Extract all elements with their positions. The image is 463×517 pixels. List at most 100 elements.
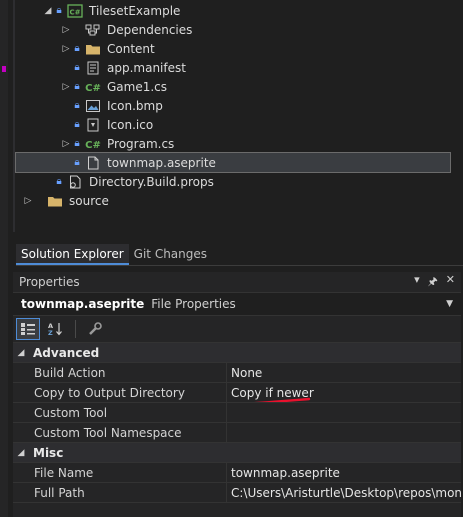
props-file-icon <box>67 175 83 189</box>
tree-item-content[interactable]: ▷ 🔒︎ Content <box>16 39 450 58</box>
csharp-file-icon: C# <box>85 137 101 151</box>
folder-icon <box>85 42 101 56</box>
category-advanced[interactable]: ◢ Advanced <box>13 343 461 363</box>
tree-item-label: Icon.ico <box>107 117 154 132</box>
red-underline-annotation <box>253 397 311 402</box>
lock-icon: 🔒︎ <box>74 43 80 54</box>
tree-item-dependencies[interactable]: ▷ Dependencies <box>16 20 450 39</box>
lock-icon: 🔒︎ <box>74 100 80 111</box>
property-name: Custom Tool <box>13 403 227 422</box>
property-value-cell[interactable]: Copy if newer <box>227 383 461 402</box>
pin-icon[interactable]: 🖈︎ <box>428 273 438 292</box>
tree-item-label: TilesetExample <box>89 3 181 18</box>
tree-item-label: Icon.bmp <box>107 98 163 113</box>
lock-icon: 🔒︎ <box>56 176 62 187</box>
tree-item-directory-build-props[interactable]: 🔒︎ Directory.Build.props <box>16 172 450 191</box>
tree-item-program[interactable]: ▷ 🔒︎ C# Program.cs <box>16 134 450 153</box>
tree-item-townmap[interactable]: 🔒︎ townmap.aseprite <box>15 152 451 173</box>
property-pages-icon[interactable] <box>84 319 106 339</box>
svg-text:C#: C# <box>85 83 101 94</box>
property-value[interactable] <box>227 423 461 442</box>
toolbar-separator <box>75 320 76 338</box>
dependencies-icon <box>85 23 101 37</box>
tree-item-label: Game1.cs <box>107 79 168 94</box>
tree-item-label: app.manifest <box>107 60 186 75</box>
tree-item-source[interactable]: ▷ source <box>16 191 450 210</box>
tree-item-icon-bmp[interactable]: 🔒︎ Icon.bmp <box>16 96 450 115</box>
property-name: Custom Tool Namespace <box>13 423 227 442</box>
image-icon <box>85 99 101 113</box>
close-icon[interactable]: ✕ <box>446 273 455 292</box>
lock-icon: 🔒︎ <box>74 138 80 149</box>
manifest-icon <box>85 61 101 75</box>
chevron-right-icon[interactable]: ▷ <box>22 196 34 206</box>
lock-icon: 🔒︎ <box>74 81 80 92</box>
svg-text:C#: C# <box>85 140 101 151</box>
tree-item-label: Content <box>107 41 155 56</box>
tree-item-label: Dependencies <box>107 22 193 37</box>
object-name: townmap.aseprite <box>21 297 145 311</box>
chevron-down-icon[interactable]: ▼ <box>446 299 461 309</box>
lock-icon: 🔒︎ <box>74 157 80 168</box>
dropdown-arrow-icon[interactable]: ▾ <box>414 273 420 292</box>
property-row-file-name[interactable]: File Name townmap.aseprite <box>13 463 461 483</box>
property-value[interactable]: townmap.aseprite <box>227 463 461 482</box>
object-selector[interactable]: townmap.aseprite File Properties ▼ <box>13 293 461 316</box>
properties-title: Properties <box>19 275 80 289</box>
left-rail <box>0 0 8 517</box>
tree-item-label: Directory.Build.props <box>89 174 214 189</box>
property-row-custom-tool-namespace[interactable]: Custom Tool Namespace <box>13 423 461 443</box>
property-value[interactable]: None <box>227 363 461 382</box>
chevron-right-icon[interactable]: ▷ <box>60 82 72 92</box>
collapse-icon[interactable]: ◢ <box>13 348 29 358</box>
tree-item-label: source <box>69 193 109 208</box>
property-name: Full Path <box>13 483 227 502</box>
tree-item-label: townmap.aseprite <box>107 155 216 170</box>
tree-item-tilesetexample[interactable]: ◢ 🔒︎ C# TilesetExample <box>16 1 450 20</box>
category-label: Misc <box>33 445 64 460</box>
property-grid: ◢ Advanced Build Action None Copy to Out… <box>13 343 461 503</box>
icon-file-icon <box>85 118 101 132</box>
svg-text:C#: C# <box>69 8 80 16</box>
rail-marker <box>2 66 6 72</box>
tabs-divider <box>16 265 463 266</box>
chevron-down-icon[interactable]: ◢ <box>42 6 54 16</box>
property-name: File Name <box>13 463 227 482</box>
tree-item-label: Program.cs <box>107 136 175 151</box>
properties-titlebar: Properties ▾ 🖈︎ ✕ <box>13 272 461 293</box>
category-label: Advanced <box>33 345 100 360</box>
property-value[interactable] <box>227 403 461 422</box>
property-name: Build Action <box>13 363 227 382</box>
solution-tree: ◢ 🔒︎ C# TilesetExample ▷ Dependencies ▷ … <box>15 0 463 240</box>
chevron-right-icon[interactable]: ▷ <box>60 139 72 149</box>
property-value[interactable]: C:\Users\Aristurtle\Desktop\repos\monog <box>227 483 461 502</box>
chevron-right-icon[interactable]: ▷ <box>60 44 72 54</box>
lock-icon: 🔒︎ <box>74 119 80 130</box>
collapse-icon[interactable]: ◢ <box>13 448 29 458</box>
tree-item-app-manifest[interactable]: 🔒︎ app.manifest <box>16 58 450 77</box>
lock-icon: 🔒︎ <box>74 62 80 73</box>
folder-icon <box>47 194 63 208</box>
properties-toolbar: AZ <box>13 316 461 343</box>
explorer-tabs: Solution Explorer Git Changes <box>16 244 463 265</box>
file-icon <box>85 156 101 170</box>
tab-solution-explorer[interactable]: Solution Explorer <box>16 244 129 265</box>
property-row-full-path[interactable]: Full Path C:\Users\Aristurtle\Desktop\re… <box>13 483 461 503</box>
csproj-icon: C# <box>67 3 83 18</box>
property-row-build-action[interactable]: Build Action None <box>13 363 461 383</box>
property-row-custom-tool[interactable]: Custom Tool <box>13 403 461 423</box>
category-misc[interactable]: ◢ Misc <box>13 443 461 463</box>
svg-text:Z: Z <box>48 329 53 336</box>
property-row-copy-to-output[interactable]: Copy to Output Directory Copy if newer <box>13 383 461 403</box>
object-type: File Properties <box>151 297 236 311</box>
categorized-icon[interactable] <box>16 318 40 340</box>
tree-item-game1[interactable]: ▷ 🔒︎ C# Game1.cs <box>16 77 450 96</box>
csharp-file-icon: C# <box>85 80 101 94</box>
sort-alphabetical-icon[interactable]: AZ <box>45 319 67 339</box>
tree-item-icon-ico[interactable]: 🔒︎ Icon.ico <box>16 115 450 134</box>
rail-divider <box>13 0 15 232</box>
tab-git-changes[interactable]: Git Changes <box>129 244 212 265</box>
lock-icon: 🔒︎ <box>56 5 62 16</box>
property-name: Copy to Output Directory <box>13 383 227 402</box>
chevron-right-icon[interactable]: ▷ <box>60 25 72 35</box>
